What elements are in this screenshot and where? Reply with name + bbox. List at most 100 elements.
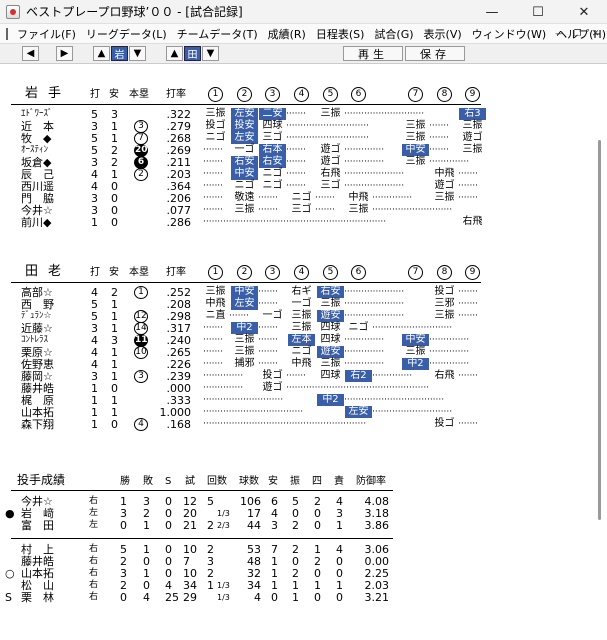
at-bat-result[interactable]: 右安 bbox=[259, 156, 286, 168]
pitcher-name[interactable]: 富 田 bbox=[21, 519, 71, 532]
at-bat-result[interactable]: ニゴ bbox=[288, 346, 315, 358]
at-bat-result[interactable]: 四球 bbox=[317, 370, 344, 382]
at-bat-result[interactable]: 三振 bbox=[431, 192, 458, 204]
at-bat-result[interactable]: 右3 bbox=[459, 108, 486, 120]
at-bat-result[interactable]: 遊安 bbox=[317, 346, 344, 358]
at-bat-result[interactable]: ニゴ bbox=[231, 180, 258, 192]
at-bat-result[interactable]: 三振 bbox=[288, 322, 315, 334]
menu-file[interactable]: ファイル(F) bbox=[12, 26, 81, 42]
at-bat-result[interactable]: 右飛 bbox=[459, 216, 486, 228]
at-bat-result[interactable]: 投ゴ bbox=[431, 418, 458, 430]
at-bat-result[interactable]: 一ゴ bbox=[231, 144, 258, 156]
at-bat-result[interactable]: 捕邪 bbox=[231, 358, 258, 370]
at-bat-result[interactable]: ニ直 bbox=[202, 310, 229, 322]
at-bat-result[interactable]: 三ゴ bbox=[288, 204, 315, 216]
at-bat-result[interactable]: 遊ゴ bbox=[259, 382, 286, 394]
document-icon[interactable] bbox=[6, 27, 8, 40]
at-bat-result[interactable]: 四球 bbox=[317, 322, 344, 334]
at-bat-result[interactable]: 三ゴ bbox=[259, 132, 286, 144]
at-bat-result[interactable]: 敬遠 bbox=[231, 192, 258, 204]
menu-window[interactable]: ウィンドウ(W) bbox=[467, 26, 551, 42]
at-bat-result[interactable]: 三振 bbox=[459, 120, 486, 132]
at-bat-result[interactable]: 三振 bbox=[317, 358, 344, 370]
at-bat-result[interactable]: 三振 bbox=[459, 144, 486, 156]
prev-arrow-icon[interactable]: ◀ bbox=[22, 46, 39, 61]
at-bat-result[interactable]: 遊安 bbox=[317, 310, 344, 322]
at-bat-result[interactable]: 三振 bbox=[202, 286, 229, 298]
at-bat-result[interactable]: 三振 bbox=[317, 108, 344, 120]
at-bat-result[interactable]: 右本 bbox=[259, 144, 286, 156]
at-bat-result[interactable]: 中飛 bbox=[431, 168, 458, 180]
at-bat-result[interactable]: 中安 bbox=[231, 286, 258, 298]
minimize-button[interactable]: — bbox=[469, 0, 515, 24]
save-button[interactable]: 保存 bbox=[405, 46, 465, 61]
at-bat-result[interactable]: 投ゴ bbox=[431, 286, 458, 298]
mdi-close-icon[interactable]: ✕ bbox=[588, 26, 603, 41]
at-bat-result[interactable]: 遊ゴ bbox=[317, 156, 344, 168]
at-bat-result[interactable]: 三振 bbox=[345, 204, 372, 216]
at-bat-result[interactable]: ニゴ bbox=[259, 168, 286, 180]
at-bat-result[interactable]: 三振 bbox=[231, 204, 258, 216]
at-bat-result[interactable]: 遊ゴ bbox=[317, 144, 344, 156]
down-arrow-icon[interactable]: ▼ bbox=[129, 46, 146, 61]
at-bat-result[interactable]: 中飛 bbox=[202, 298, 229, 310]
menu-team-data[interactable]: チームデータ(T) bbox=[172, 26, 263, 42]
replay-button[interactable]: 再生 bbox=[343, 46, 403, 61]
at-bat-result[interactable]: 三振 bbox=[317, 298, 344, 310]
up-arrow-icon[interactable]: ▲ bbox=[166, 46, 183, 61]
at-bat-result[interactable]: 三振 bbox=[288, 310, 315, 322]
at-bat-result[interactable]: 右安 bbox=[231, 156, 258, 168]
menu-view[interactable]: 表示(V) bbox=[419, 26, 467, 42]
at-bat-result[interactable]: 遊ゴ bbox=[459, 132, 486, 144]
pitcher-name[interactable]: 栗 林 bbox=[21, 591, 71, 604]
close-button[interactable]: ✕ bbox=[561, 0, 607, 24]
vertical-scrollbar[interactable] bbox=[598, 140, 601, 520]
at-bat-result[interactable]: 左安 bbox=[231, 298, 258, 310]
at-bat-result[interactable]: 投ゴ bbox=[259, 370, 286, 382]
next-arrow-icon[interactable]: ▶ bbox=[56, 46, 73, 61]
at-bat-result[interactable]: 左安 bbox=[231, 132, 258, 144]
at-bat-result[interactable]: 三邪 bbox=[431, 298, 458, 310]
up-arrow-icon[interactable]: ▲ bbox=[93, 46, 110, 61]
at-bat-result[interactable]: 左本 bbox=[288, 334, 315, 346]
at-bat-result[interactable]: 遊ゴ bbox=[431, 180, 458, 192]
at-bat-result[interactable]: 右2 bbox=[345, 370, 372, 382]
player-name[interactable]: 森下翔 bbox=[21, 418, 71, 431]
at-bat-result[interactable]: 一ゴ bbox=[259, 310, 286, 322]
at-bat-result[interactable]: 三振 bbox=[402, 156, 429, 168]
at-bat-result[interactable]: 三振 bbox=[402, 132, 429, 144]
at-bat-result[interactable]: 三振 bbox=[402, 120, 429, 132]
at-bat-result[interactable]: 中飛 bbox=[288, 358, 315, 370]
down-arrow-icon[interactable]: ▼ bbox=[202, 46, 219, 61]
at-bat-result[interactable]: ニゴ bbox=[202, 132, 229, 144]
at-bat-result[interactable]: 中安 bbox=[231, 168, 258, 180]
menu-game[interactable]: 試合(G) bbox=[369, 26, 418, 42]
at-bat-result[interactable]: 中飛 bbox=[345, 192, 372, 204]
maximize-button[interactable]: ☐ bbox=[515, 0, 561, 24]
at-bat-result[interactable]: 右安 bbox=[317, 286, 344, 298]
at-bat-result[interactable]: 中2 bbox=[317, 394, 344, 406]
at-bat-result[interactable]: 中安 bbox=[402, 334, 429, 346]
at-bat-result[interactable]: 三振 bbox=[231, 334, 258, 346]
at-bat-result[interactable]: ニゴ bbox=[345, 322, 372, 334]
at-bat-result[interactable]: ニゴ bbox=[288, 192, 315, 204]
at-bat-result[interactable]: 中安 bbox=[402, 144, 429, 156]
at-bat-result[interactable]: 四球 bbox=[259, 120, 286, 132]
at-bat-result[interactable]: ニゴ bbox=[259, 180, 286, 192]
at-bat-result[interactable]: 投安 bbox=[231, 120, 258, 132]
at-bat-result[interactable]: 一ゴ bbox=[288, 298, 315, 310]
at-bat-result[interactable]: 二安 bbox=[259, 108, 286, 120]
team-b-button[interactable]: 田 bbox=[184, 46, 201, 61]
at-bat-result[interactable]: 三振 bbox=[231, 346, 258, 358]
at-bat-result[interactable]: 四球 bbox=[317, 334, 344, 346]
at-bat-result[interactable]: 中2 bbox=[231, 322, 258, 334]
at-bat-result[interactable]: 三振 bbox=[202, 108, 229, 120]
at-bat-result[interactable]: 右飛 bbox=[431, 370, 458, 382]
menu-schedule[interactable]: 日程表(S) bbox=[311, 26, 370, 42]
at-bat-result[interactable]: 左安 bbox=[345, 406, 372, 418]
menu-records[interactable]: 成績(R) bbox=[263, 26, 311, 42]
at-bat-result[interactable]: 投ゴ bbox=[202, 120, 229, 132]
at-bat-result[interactable]: 中2 bbox=[402, 358, 429, 370]
team-a-button[interactable]: 岩 bbox=[111, 46, 128, 61]
menu-league-data[interactable]: リーグデータ(L) bbox=[81, 26, 172, 42]
